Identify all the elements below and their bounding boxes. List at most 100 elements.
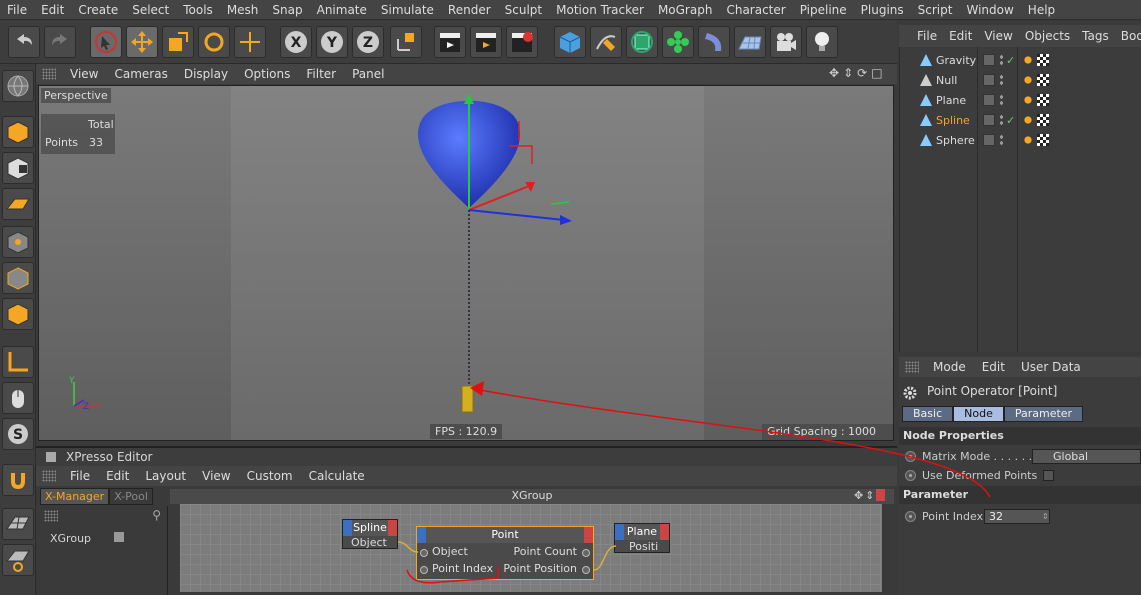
- tab-node[interactable]: Node: [953, 406, 1004, 422]
- layer-icon[interactable]: [983, 94, 995, 106]
- visibility-dots-icon[interactable]: [999, 94, 1004, 106]
- axis-mode-button[interactable]: [2, 346, 34, 378]
- viewport-menu-filter[interactable]: Filter: [298, 67, 344, 81]
- edges-mode-button[interactable]: [2, 262, 34, 294]
- x-axis-lock-button[interactable]: X: [280, 26, 312, 58]
- tag-icon[interactable]: [1022, 54, 1034, 66]
- undo-button[interactable]: [8, 26, 40, 58]
- xpresso-menu-file[interactable]: File: [62, 469, 98, 483]
- menu-snap[interactable]: Snap: [265, 3, 309, 17]
- layer-icon[interactable]: [983, 134, 995, 146]
- xpresso-menu-view[interactable]: View: [194, 469, 238, 483]
- attr-menu-edit[interactable]: Edit: [974, 360, 1013, 374]
- workplane-grid-button[interactable]: [2, 508, 34, 540]
- animate-dot-icon[interactable]: [905, 450, 916, 462]
- xpresso-menu-custom[interactable]: Custom: [239, 469, 301, 483]
- om-menu-bookm[interactable]: Bookm: [1115, 29, 1141, 43]
- object-name[interactable]: Sphere: [936, 134, 975, 147]
- move-tool-button[interactable]: [126, 26, 158, 58]
- object-name[interactable]: Spline: [936, 114, 970, 127]
- object-row-spline[interactable]: Spline ✓: [900, 110, 1141, 130]
- transform-tool-button[interactable]: [234, 26, 266, 58]
- layer-icon[interactable]: [983, 114, 995, 126]
- cloner-button[interactable]: [662, 26, 694, 58]
- object-row-plane[interactable]: Plane: [900, 90, 1141, 110]
- xpresso-menu-layout[interactable]: Layout: [137, 469, 194, 483]
- render-settings-button[interactable]: [506, 26, 538, 58]
- live-selection-button[interactable]: [90, 26, 122, 58]
- menu-mesh[interactable]: Mesh: [220, 3, 266, 17]
- search-icon[interactable]: ⚲: [152, 508, 161, 522]
- close-icon[interactable]: [876, 489, 886, 501]
- om-menu-file[interactable]: File: [911, 29, 943, 43]
- tab-basic[interactable]: Basic: [902, 406, 954, 422]
- tag-icon[interactable]: [1022, 74, 1034, 86]
- redo-button[interactable]: [44, 26, 76, 58]
- y-axis-lock-button[interactable]: Y: [316, 26, 348, 58]
- light-button[interactable]: [806, 26, 838, 58]
- object-row-null[interactable]: Null: [900, 70, 1141, 90]
- menu-create[interactable]: Create: [71, 3, 125, 17]
- z-axis-lock-button[interactable]: Z: [352, 26, 384, 58]
- polygons-mode-button[interactable]: [2, 298, 34, 330]
- viewport-menu-options[interactable]: Options: [236, 67, 298, 81]
- render-view-button[interactable]: [434, 26, 466, 58]
- subdivision-button[interactable]: [626, 26, 658, 58]
- floor-button[interactable]: [734, 26, 766, 58]
- points-mode-button[interactable]: [2, 226, 34, 258]
- xpresso-canvas[interactable]: Spline Object Point Object Point Index P…: [180, 504, 882, 592]
- menu-sculpt[interactable]: Sculpt: [498, 3, 549, 17]
- tag-icon[interactable]: [1022, 134, 1034, 146]
- panel-grip[interactable]: [42, 68, 56, 80]
- om-menu-edit[interactable]: Edit: [943, 29, 978, 43]
- pen-tool-button[interactable]: [590, 26, 622, 58]
- menu-tools[interactable]: Tools: [176, 3, 220, 17]
- camera-button[interactable]: [770, 26, 802, 58]
- locked-workplane-button[interactable]: [2, 544, 34, 576]
- deformer-button[interactable]: [698, 26, 730, 58]
- menu-character[interactable]: Character: [719, 3, 792, 17]
- om-menu-tags[interactable]: Tags: [1076, 29, 1115, 43]
- coordinate-system-button[interactable]: [390, 26, 422, 58]
- workplane-mode-button[interactable]: [2, 188, 34, 220]
- render-picture-viewer-button[interactable]: [470, 26, 502, 58]
- menu-pipeline[interactable]: Pipeline: [793, 3, 854, 17]
- visibility-dots-icon[interactable]: [999, 134, 1004, 146]
- menu-help[interactable]: Help: [1021, 3, 1062, 17]
- tag-icon[interactable]: [1022, 114, 1034, 126]
- menu-simulate[interactable]: Simulate: [374, 3, 441, 17]
- stepper-arrows-icon[interactable]: ⇕: [1042, 512, 1049, 521]
- om-menu-view[interactable]: View: [978, 29, 1018, 43]
- menu-render[interactable]: Render: [441, 3, 498, 17]
- menu-edit[interactable]: Edit: [34, 3, 71, 17]
- tag-icon[interactable]: [1037, 54, 1049, 66]
- solo-button[interactable]: S: [2, 418, 34, 450]
- viewport-menu-view[interactable]: View: [62, 67, 106, 81]
- use-deformed-checkbox[interactable]: [1043, 469, 1055, 481]
- tag-icon[interactable]: [1037, 114, 1049, 126]
- object-name[interactable]: Null: [936, 74, 957, 87]
- tab-x-pool[interactable]: X-Pool: [109, 488, 153, 505]
- attr-menu-user-data[interactable]: User Data: [1013, 360, 1089, 374]
- menu-animate[interactable]: Animate: [310, 3, 374, 17]
- enabled-check-icon[interactable]: ✓: [1006, 114, 1015, 127]
- perspective-viewport[interactable]: Perspective Total Points 33 Y Z X FPS : …: [38, 85, 894, 441]
- layer-icon[interactable]: [983, 74, 995, 86]
- tab-x-manager[interactable]: X-Manager: [40, 488, 110, 505]
- xpresso-menu-edit[interactable]: Edit: [98, 469, 137, 483]
- dolly-icon[interactable]: ⇕: [843, 66, 853, 82]
- xpresso-grip[interactable]: [42, 470, 56, 482]
- tag-icon[interactable]: [1037, 74, 1049, 86]
- orbit-icon[interactable]: ⟳: [857, 66, 867, 82]
- point-index-field[interactable]: 32: [984, 508, 1050, 524]
- make-editable-button[interactable]: [2, 70, 34, 102]
- menu-select[interactable]: Select: [125, 3, 176, 17]
- tree-grip[interactable]: [44, 510, 58, 522]
- viewport-menu-display[interactable]: Display: [176, 67, 236, 81]
- tag-icon[interactable]: [1037, 94, 1049, 106]
- texture-mode-button[interactable]: [2, 152, 34, 184]
- xpresso-menu-calculate[interactable]: Calculate: [301, 469, 373, 483]
- animate-dot-icon[interactable]: [905, 469, 916, 481]
- cube-primitive-button[interactable]: [554, 26, 586, 58]
- tag-icon[interactable]: [1037, 134, 1049, 146]
